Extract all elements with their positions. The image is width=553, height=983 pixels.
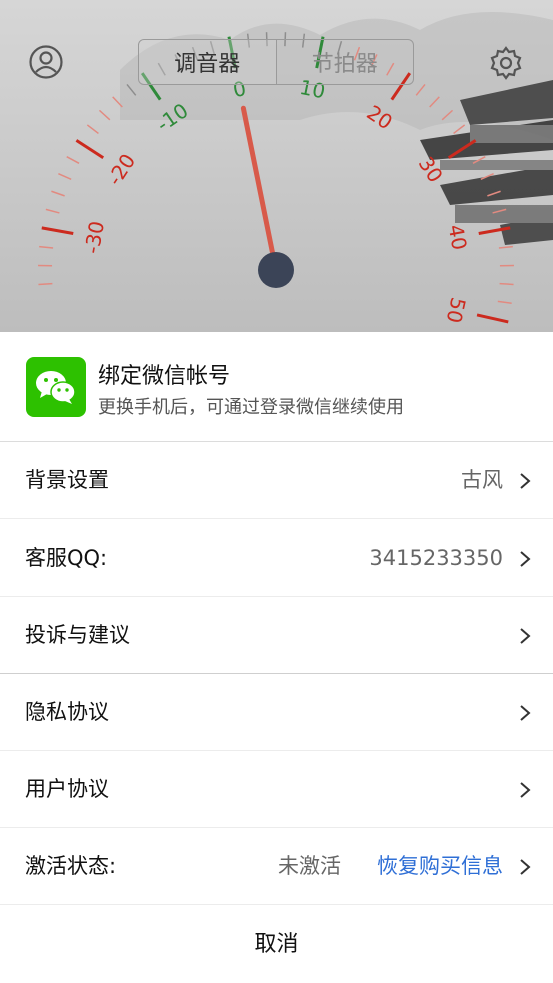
chevron-right-icon bbox=[520, 782, 531, 798]
row-user-agreement[interactable]: 用户协议 bbox=[0, 751, 553, 828]
row-label: 客服QQ: bbox=[25, 546, 108, 570]
tab-tuner[interactable]: 调音器 bbox=[139, 40, 276, 84]
settings-button[interactable] bbox=[487, 44, 525, 82]
needle-pivot bbox=[258, 252, 294, 288]
wechat-logo-icon bbox=[26, 357, 86, 417]
dial-tick bbox=[38, 282, 53, 286]
chevron-right-icon bbox=[520, 628, 531, 644]
wechat-title: 绑定微信帐号 bbox=[98, 364, 231, 389]
mode-switch: 调音器 节拍器 bbox=[138, 39, 414, 85]
restore-purchase-link[interactable]: 恢复购买信息 bbox=[377, 828, 503, 905]
user-icon bbox=[29, 45, 63, 79]
row-label: 背景设置 bbox=[25, 468, 109, 492]
gear-icon bbox=[490, 46, 522, 80]
chevron-right-icon bbox=[520, 473, 531, 489]
row-value: 3415233350 bbox=[369, 546, 503, 570]
dial-tick bbox=[499, 282, 514, 286]
row-value: 古风 bbox=[461, 468, 503, 492]
dial-label: 40 bbox=[444, 223, 472, 252]
tuner-panel: -30 -20 -10 0 10 20 30 40 50 调音器 节拍器 bbox=[0, 0, 553, 332]
row-label: 隐私协议 bbox=[25, 700, 109, 724]
wechat-subtitle: 更换手机后，可通过登录微信继续使用 bbox=[98, 397, 404, 418]
row-label: 用户协议 bbox=[25, 777, 109, 801]
tab-metronome[interactable]: 节拍器 bbox=[275, 40, 414, 84]
row-label: 激活状态: bbox=[25, 854, 117, 878]
row-feedback[interactable]: 投诉与建议 bbox=[0, 597, 553, 674]
activation-status: 未激活 bbox=[278, 854, 341, 878]
row-privacy-policy[interactable]: 隐私协议 bbox=[0, 674, 553, 751]
row-activation-status[interactable]: 激活状态: 未激活 恢复购买信息 bbox=[0, 828, 553, 905]
chevron-right-icon bbox=[520, 705, 531, 721]
chevron-right-icon bbox=[520, 859, 531, 875]
chevron-right-icon bbox=[520, 551, 531, 567]
row-customer-service-qq[interactable]: 客服QQ: 3415233350 bbox=[0, 520, 553, 597]
settings-sheet: 绑定微信帐号 更换手机后，可通过登录微信继续使用 背景设置 古风 客服QQ: 3… bbox=[0, 332, 553, 983]
bind-wechat-row[interactable]: 绑定微信帐号 更换手机后，可通过登录微信继续使用 bbox=[0, 332, 553, 442]
profile-button[interactable] bbox=[28, 44, 64, 80]
cancel-button[interactable]: 取消 bbox=[0, 906, 553, 983]
row-label: 投诉与建议 bbox=[25, 623, 130, 647]
row-background-setting[interactable]: 背景设置 古风 bbox=[0, 442, 553, 519]
